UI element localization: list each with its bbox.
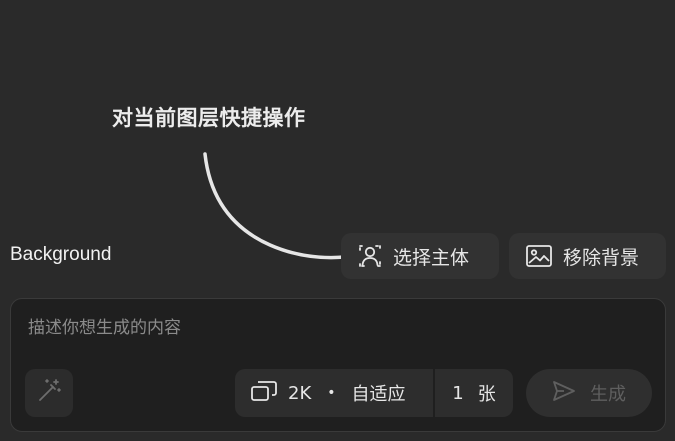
- generate-label: 生成: [590, 384, 626, 405]
- image-icon: [525, 244, 553, 268]
- remove-background-button[interactable]: 移除背景: [509, 233, 666, 279]
- hint-title: 对当前图层快捷操作: [112, 106, 306, 130]
- size-fit-selector[interactable]: 2K • 自适应: [235, 369, 433, 417]
- send-icon: [552, 380, 576, 407]
- person-select-icon: [357, 243, 383, 269]
- layer-name: Background: [10, 244, 112, 265]
- prompt-composer: 2K • 自适应 1 张 生成: [10, 298, 666, 432]
- aspect-ratio-icon: [250, 379, 278, 408]
- generation-settings: 2K • 自适应 1 张: [235, 369, 513, 417]
- magic-wand-icon: [35, 377, 63, 409]
- separator-dot: •: [327, 385, 336, 401]
- fit-mode-value: 自适应: [351, 384, 406, 405]
- count-value: 1: [452, 382, 464, 404]
- prompt-input[interactable]: [28, 318, 648, 338]
- remove-background-label: 移除背景: [563, 246, 640, 269]
- curved-arrow-icon: [203, 152, 347, 260]
- count-selector[interactable]: 1 张: [435, 369, 513, 417]
- magic-prompt-button[interactable]: [25, 369, 73, 417]
- size-value: 2K: [288, 382, 312, 404]
- generate-button[interactable]: 生成: [526, 369, 652, 417]
- select-subject-button[interactable]: 选择主体: [341, 233, 499, 279]
- count-unit: 张: [477, 384, 496, 405]
- select-subject-label: 选择主体: [393, 246, 470, 269]
